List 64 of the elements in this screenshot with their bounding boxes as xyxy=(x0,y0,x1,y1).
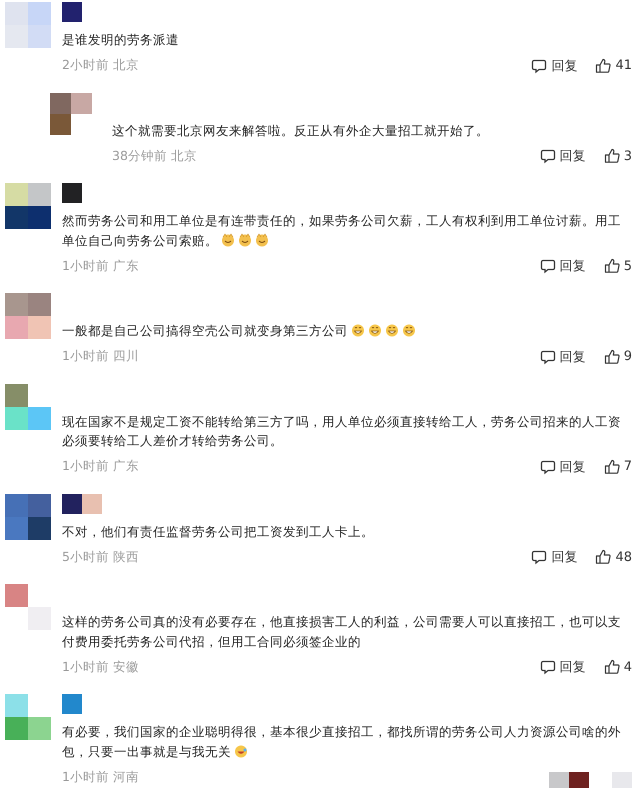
reply-button[interactable]: 回复 xyxy=(540,147,586,165)
mosaic-drawing xyxy=(5,694,51,740)
comment-meta: 38分钟前 北京 xyxy=(112,148,197,164)
thumbs-up-icon xyxy=(604,348,620,364)
mosaic-drawing xyxy=(5,584,51,630)
thumbs-up-icon xyxy=(595,549,612,565)
comment-icon xyxy=(531,549,548,565)
comment-icon xyxy=(540,148,556,164)
thumbs-up-icon xyxy=(604,258,620,274)
reply-button[interactable]: 回复 xyxy=(540,348,586,366)
comment-text: 不对，他们有责任监督劳务公司把工资发到工人卡上。 xyxy=(62,522,375,540)
mosaic-drawing xyxy=(62,694,82,714)
comment-text: 有必要，我们国家的企业聪明得很，基本很少直接招工，都找所谓的劳务公司人力资源公司啥的外包，只要一出事就是与我无关 xyxy=(62,723,622,760)
like-button[interactable]: 4 xyxy=(604,659,632,675)
reply-button[interactable]: 回复 xyxy=(540,458,586,476)
comment-meta: 1小时前 广东 xyxy=(62,458,139,475)
comment-icon xyxy=(531,58,548,74)
comment-text: 一般都是自己公司搞得空壳公司就变身第三方公司 xyxy=(62,321,632,340)
comment-text: 这样的劳务公司真的没有必要存在，他直接损害工人的利益，公司需要人可以直接招工，也可以支付费用委托劳务公司代招，但用工合同必须签企业的 xyxy=(62,613,622,650)
mosaic-drawing xyxy=(5,2,51,48)
comment-text: 是谁发明的劳务派遣 xyxy=(62,31,180,49)
mosaic-drawing xyxy=(5,384,51,430)
reply-button[interactable]: 回复 xyxy=(540,658,586,676)
emoji-icon xyxy=(351,323,365,337)
like-button[interactable]: 9 xyxy=(604,348,632,364)
like-button[interactable]: 3 xyxy=(604,148,632,164)
like-button[interactable]: 41 xyxy=(595,58,632,74)
thumbs-up-icon xyxy=(604,659,620,675)
like-button[interactable]: 48 xyxy=(595,549,632,565)
comment-meta: 5小时前 陕西 xyxy=(62,548,139,566)
comment-meta: 2小时前 北京 xyxy=(62,57,139,74)
emoji-icon xyxy=(255,232,269,246)
comment-icon xyxy=(540,659,556,675)
comment-meta: 1小时前 安徽 xyxy=(62,658,139,676)
mosaic-drawing xyxy=(5,183,51,229)
reply-button[interactable]: 回复 xyxy=(540,257,586,275)
thumbs-up-icon xyxy=(595,58,612,74)
comment-text: 这个就需要北京网友来解答啦。反正从有外企大量招工就开始了。 xyxy=(112,122,490,140)
emoji-icon xyxy=(385,323,399,337)
mosaic-drawing xyxy=(62,494,102,514)
like-button[interactable]: 7 xyxy=(604,458,632,474)
thumbs-up-icon xyxy=(604,148,620,164)
comment-icon xyxy=(540,348,556,364)
comment-meta: 1小时前 广东 xyxy=(62,258,139,274)
emoji-icon xyxy=(221,232,235,246)
like-button[interactable]: 5 xyxy=(604,258,632,274)
mosaic-drawing xyxy=(62,2,82,22)
emoji-icon xyxy=(368,323,382,337)
comment-meta: 1小时前 河南 xyxy=(62,768,139,786)
emoji-icon xyxy=(402,323,416,337)
mosaic-drawing xyxy=(5,494,51,540)
emoji-icon xyxy=(234,744,248,758)
mosaic-drawing xyxy=(50,92,92,134)
comment-meta: 1小时前 四川 xyxy=(62,348,139,365)
mosaic-drawing xyxy=(62,183,82,203)
emoji-icon xyxy=(238,232,252,246)
mosaic-drawing xyxy=(5,293,51,339)
thumbs-up-icon xyxy=(604,458,620,474)
comment-text: 然而劳务公司和用工单位是有连带责任的，如果劳务公司欠薪，工人有权利到用工单位讨薪。用工单位自己向劳务公司索赔。 xyxy=(62,212,622,250)
comment-icon xyxy=(540,458,556,474)
comment-text: 现在国家不是规定工资不能转给第三方了吗，用人单位必须直接转给工人，劳务公司招来的人工资必须要转给工人差价才转给劳务公司。 xyxy=(62,412,622,450)
comment-icon xyxy=(540,258,556,274)
reply-button[interactable]: 回复 xyxy=(531,56,578,74)
reply-button[interactable]: 回复 xyxy=(531,548,578,566)
